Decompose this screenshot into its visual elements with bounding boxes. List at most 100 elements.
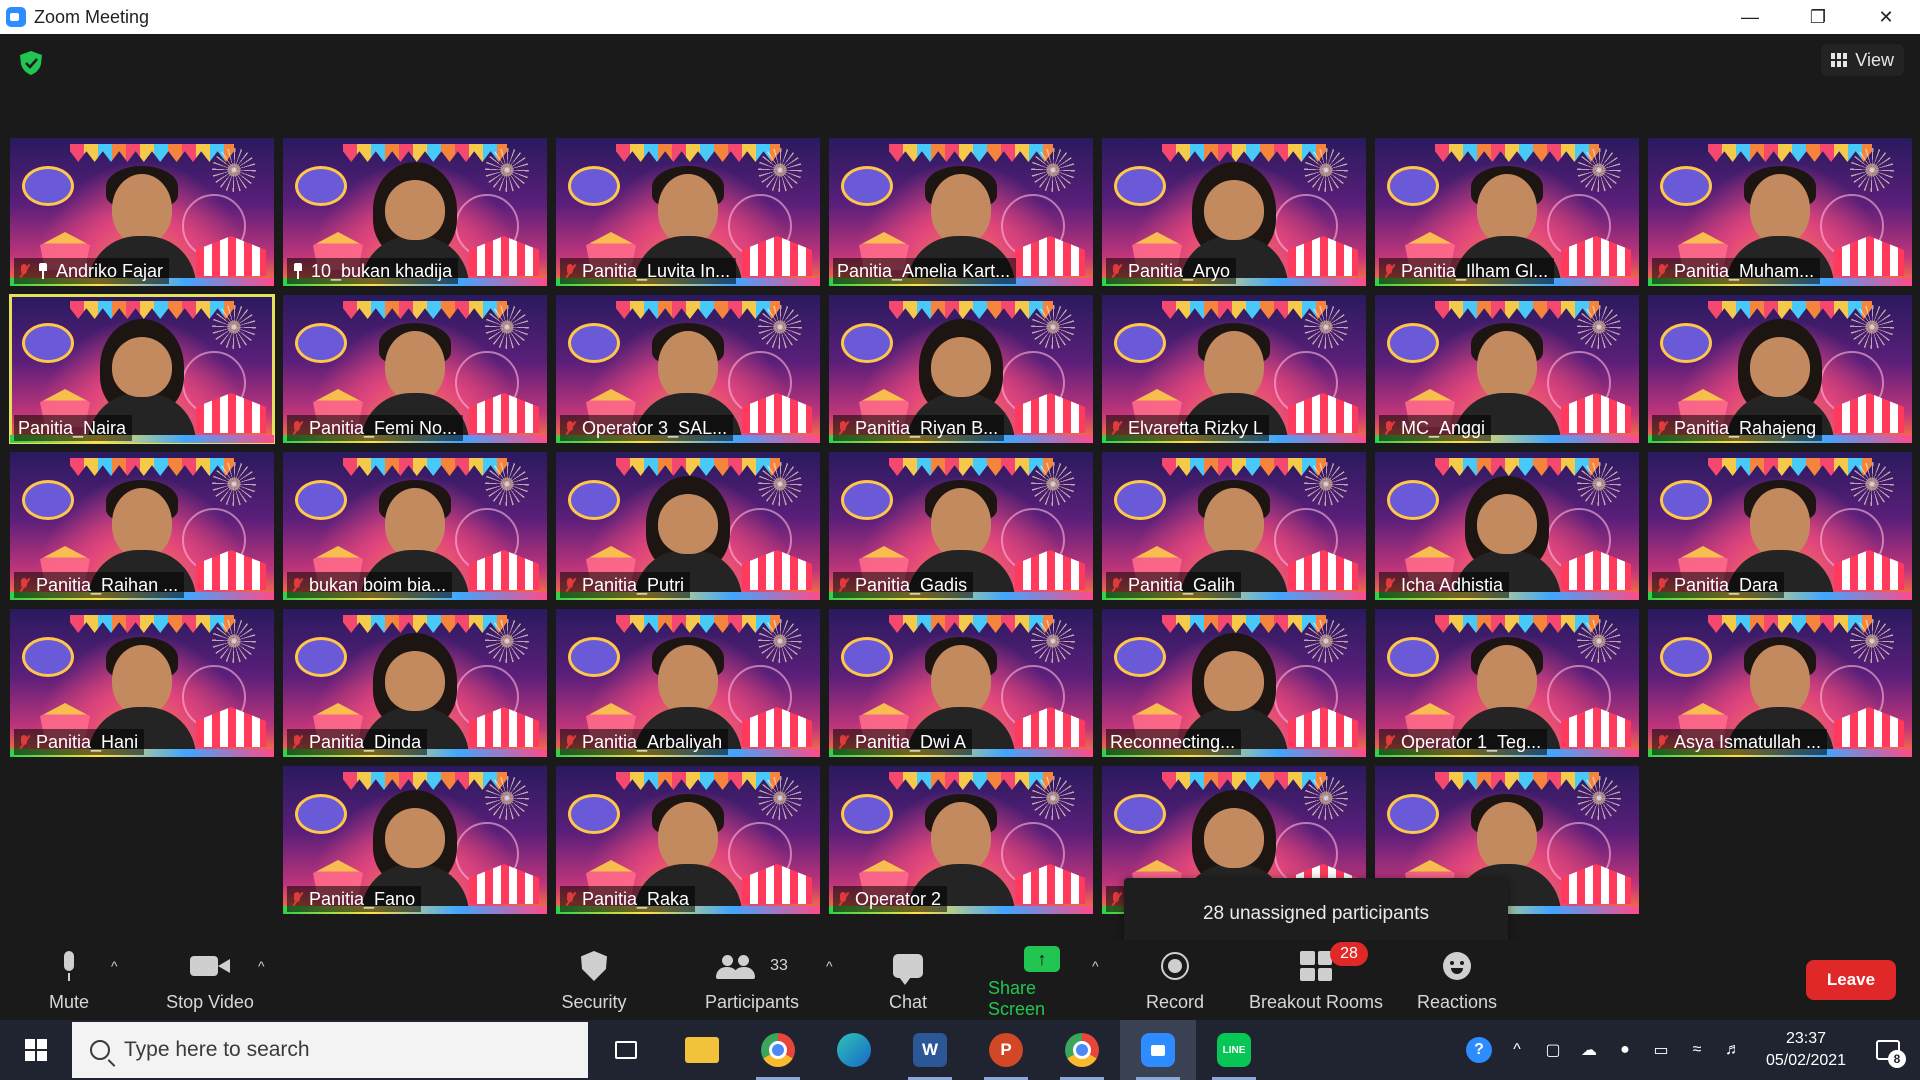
- leave-button[interactable]: Leave: [1806, 960, 1896, 1000]
- participant-tile[interactable]: Andriko Fajar: [10, 138, 274, 286]
- participant-tile[interactable]: Panitia_Galih: [1102, 452, 1366, 600]
- start-button[interactable]: [0, 1020, 72, 1080]
- participant-tile[interactable]: Operator 2: [829, 766, 1093, 914]
- restore-button[interactable]: ❐: [1784, 0, 1852, 34]
- participant-tile[interactable]: Panitia_Femi No...: [283, 295, 547, 443]
- participant-tile[interactable]: Panitia_Dwi A: [829, 609, 1093, 757]
- muted-mic-icon: [1110, 577, 1122, 593]
- participant-name-label: Panitia_Dinda: [287, 729, 428, 755]
- taskbar-search-box[interactable]: Type here to search: [72, 1022, 588, 1078]
- participant-name: Icha Adhistia: [1401, 574, 1504, 595]
- share-screen-icon: ↑: [1024, 946, 1060, 972]
- chevron-up-icon[interactable]: ^: [1506, 1039, 1528, 1061]
- participant-tile[interactable]: Panitia_Ilham Gl...: [1375, 138, 1639, 286]
- taskbar-clock[interactable]: 23:37 05/02/2021: [1758, 1028, 1854, 1072]
- security-button[interactable]: Security: [558, 946, 630, 1016]
- participant-tile[interactable]: Panitia_Muham...: [1648, 138, 1912, 286]
- mute-button[interactable]: Mute: [44, 946, 94, 1016]
- bunting-decoration: [1708, 301, 1872, 319]
- participant-tile[interactable]: Panitia_Raihan ...: [10, 452, 274, 600]
- participant-tile[interactable]: Panitia_Fano: [283, 766, 547, 914]
- muted-mic-icon: [1383, 577, 1395, 593]
- task-view-button[interactable]: [588, 1020, 664, 1080]
- celebrate-badge: [295, 480, 347, 520]
- celebrate-badge: [22, 637, 74, 677]
- participant-tile[interactable]: Panitia_Arbaliyah: [556, 609, 820, 757]
- search-icon: [90, 1040, 110, 1060]
- participant-tile[interactable]: Reconnecting...: [1102, 609, 1366, 757]
- wifi-icon[interactable]: ≈: [1686, 1039, 1708, 1061]
- record-button[interactable]: Record: [1146, 946, 1204, 1016]
- stop-video-button[interactable]: Stop Video: [160, 946, 260, 1016]
- word-app[interactable]: W: [892, 1020, 968, 1080]
- participant-name: Panitia_Fano: [309, 888, 416, 909]
- participant-tile[interactable]: Panitia_Dara: [1648, 452, 1912, 600]
- microphone-tray-icon[interactable]: ●: [1614, 1039, 1636, 1061]
- muted-mic-icon: [564, 263, 576, 279]
- participant-tile[interactable]: bukan boim bia...: [283, 452, 547, 600]
- line-app[interactable]: LINE: [1196, 1020, 1272, 1080]
- participant-tile[interactable]: Operator 3_SAL...: [556, 295, 820, 443]
- help-icon[interactable]: ?: [1466, 1037, 1492, 1063]
- participant-tile[interactable]: Panitia_Rahajeng: [1648, 295, 1912, 443]
- participant-tile[interactable]: 10_bukan khadija: [283, 138, 547, 286]
- participant-tile[interactable]: Panitia_Dinda: [283, 609, 547, 757]
- chat-button[interactable]: Chat: [886, 946, 930, 1016]
- participant-tile[interactable]: Panitia_Luvita In...: [556, 138, 820, 286]
- participant-tile[interactable]: Panitia_Raka: [556, 766, 820, 914]
- edge-app[interactable]: [816, 1020, 892, 1080]
- participant-tile[interactable]: Panitia_Riyan B...: [829, 295, 1093, 443]
- reactions-label: Reactions: [1416, 992, 1498, 1012]
- reactions-button[interactable]: Reactions: [1416, 946, 1498, 1016]
- video-options-chevron-icon[interactable]: ^: [258, 958, 265, 974]
- share-screen-label: Share Screen: [988, 978, 1046, 1019]
- participant-tile[interactable]: MC_Anggi: [1375, 295, 1639, 443]
- participant-tile[interactable]: Panitia_Gadis: [829, 452, 1093, 600]
- firework-decoration: [212, 619, 256, 663]
- chrome-app[interactable]: [740, 1020, 816, 1080]
- video-grid: Andriko Fajar 10_bukan khadija Panitia_Luv…: [0, 138, 1920, 914]
- chrome-profile-app[interactable]: [1044, 1020, 1120, 1080]
- participant-tile[interactable]: Operator 1_Teg...: [1375, 609, 1639, 757]
- powerpoint-app[interactable]: P: [968, 1020, 1044, 1080]
- muted-mic-icon: [18, 577, 30, 593]
- celebrate-badge: [1387, 323, 1439, 363]
- bunting-decoration: [1435, 615, 1599, 633]
- participant-name-label: Panitia_Naira: [14, 415, 133, 441]
- participants-button[interactable]: 33 Participants: [700, 946, 804, 1016]
- bunting-decoration: [616, 615, 780, 633]
- participant-tile[interactable]: Asya Ismatullah ...: [1648, 609, 1912, 757]
- cloud-icon[interactable]: ☁: [1578, 1039, 1600, 1061]
- participant-tile[interactable]: Icha Adhistia: [1375, 452, 1639, 600]
- participant-tile[interactable]: Elvaretta Rizky L: [1102, 295, 1366, 443]
- participant-tile[interactable]: Panitia_Naira: [9, 294, 275, 444]
- notification-center-button[interactable]: 8: [1868, 1030, 1908, 1070]
- file-explorer-app[interactable]: [664, 1020, 740, 1080]
- volume-icon[interactable]: ♬: [1722, 1039, 1744, 1061]
- bunting-decoration: [1435, 458, 1599, 476]
- participant-tile[interactable]: Panitia_Putri: [556, 452, 820, 600]
- zoom-icon: [1141, 1033, 1175, 1067]
- zoom-app[interactable]: [1120, 1020, 1196, 1080]
- battery-icon[interactable]: ▭: [1650, 1039, 1672, 1061]
- participant-tile[interactable]: Panitia_Amelia Kart...: [829, 138, 1093, 286]
- participant-tile[interactable]: Panitia_Aryo: [1102, 138, 1366, 286]
- firework-decoration: [1031, 462, 1075, 506]
- bunting-decoration: [889, 301, 1053, 319]
- firework-decoration: [1304, 619, 1348, 663]
- participant-tile[interactable]: Panitia_Hani: [10, 609, 274, 757]
- celebrate-badge: [1387, 794, 1439, 834]
- breakout-rooms-button[interactable]: 28 Breakout Rooms: [1248, 942, 1384, 1016]
- minimize-button[interactable]: —: [1716, 0, 1784, 34]
- view-button[interactable]: View: [1821, 44, 1904, 76]
- celebrate-badge: [22, 480, 74, 520]
- bunting-decoration: [616, 144, 780, 162]
- audio-options-chevron-icon[interactable]: ^: [111, 958, 118, 974]
- close-button[interactable]: ✕: [1852, 0, 1920, 34]
- device-icon[interactable]: ▢: [1542, 1039, 1564, 1061]
- share-screen-button[interactable]: ↑ Share Screen: [988, 946, 1096, 1019]
- participants-options-chevron-icon[interactable]: ^: [826, 958, 833, 974]
- share-options-chevron-icon[interactable]: ^: [1092, 958, 1099, 974]
- encryption-shield-icon[interactable]: [18, 50, 44, 76]
- bunting-decoration: [889, 458, 1053, 476]
